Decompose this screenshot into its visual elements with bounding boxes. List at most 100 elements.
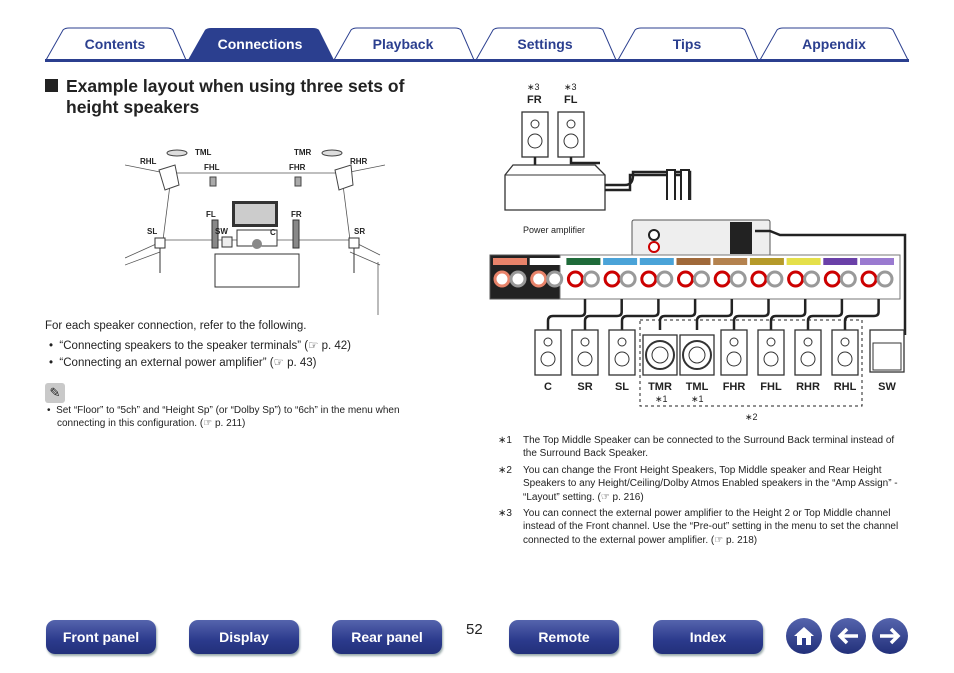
label-sl: SL (147, 227, 157, 236)
label-c: C (270, 228, 276, 237)
tab-label: Appendix (802, 35, 866, 52)
index-button[interactable]: Index (653, 620, 763, 654)
speaker-rhr-icon (794, 329, 822, 376)
pencil-icon: ✎ (45, 383, 65, 403)
speaker-label: SR (577, 381, 592, 393)
tab-label: Tips (672, 35, 702, 52)
terminal-post-icon (546, 270, 564, 288)
speaker-cable (695, 299, 734, 330)
sr-speaker-icon (348, 237, 360, 249)
footnote-mark: ∗2 (745, 412, 758, 422)
home-button[interactable] (786, 618, 822, 654)
note-page-link[interactable]: p. 211) (212, 418, 245, 429)
terminal-channel-strip (823, 258, 858, 265)
page-number: 52 (466, 621, 483, 638)
fhl-speaker-icon (209, 176, 217, 187)
speaker-cable (732, 299, 770, 330)
footnote-mark: ∗3 (498, 508, 512, 519)
label-fr: FR (291, 210, 302, 219)
nav-tabs: Contents Connections Playback Settings T… (45, 27, 909, 62)
tab-tips[interactable]: Tips (617, 27, 759, 60)
terminal-channel-strip (713, 258, 748, 265)
tab-settings[interactable]: Settings (475, 27, 617, 60)
speaker-label: TMR (648, 381, 672, 393)
note-text: • Set “Floor” to “5ch” and “Height Sp” (… (47, 405, 400, 429)
speaker-sw-icon (869, 329, 905, 373)
terminal-post-icon (823, 270, 841, 288)
label-fl: FL (564, 94, 578, 106)
tab-label: Connections (217, 35, 303, 52)
terminal-post-icon (582, 270, 600, 288)
terminal-post-icon (750, 270, 768, 288)
footnote-mark: ∗1 (655, 394, 668, 404)
terminal-channel-strip (786, 258, 821, 265)
reference-icon: ☞ (600, 491, 610, 503)
fr-speaker-icon (292, 219, 300, 249)
link-page: p. 42) (318, 340, 351, 352)
terminal-channel-strip (493, 258, 527, 265)
fhr-speaker-icon (294, 176, 302, 187)
page-title: Example layout when using three sets of h… (45, 76, 404, 118)
terminal-post-icon (876, 270, 894, 288)
terminal-post-icon (860, 270, 878, 288)
display-button[interactable]: Display (189, 620, 299, 654)
rear-panel-button[interactable]: Rear panel (332, 620, 442, 654)
terminal-post-icon (839, 270, 857, 288)
terminal-post-icon (656, 270, 674, 288)
next-page-button[interactable] (872, 618, 908, 654)
link-text: “Connecting speakers to the speaker term… (59, 340, 309, 352)
speaker-sr-icon (571, 329, 599, 376)
tab-appendix[interactable]: Appendix (759, 27, 909, 60)
label-rhr: RHR (350, 157, 368, 166)
terminal-post-icon (766, 270, 784, 288)
link-text: “Connecting an external power amplifier”… (59, 357, 274, 369)
terminal-channel-strip (566, 258, 601, 265)
speaker-rhl-icon (831, 329, 859, 376)
reference-icon: ☞ (273, 357, 284, 369)
intro-text: For each speaker connection, refer to th… (45, 320, 307, 332)
terminal-post-icon (619, 270, 637, 288)
tab-contents[interactable]: Contents (45, 27, 187, 60)
terminal-post-icon (729, 270, 747, 288)
title-line-1: Example layout when using three sets of (66, 76, 405, 96)
footnote-mark: ∗3 (527, 82, 540, 92)
speaker-label: RHR (796, 381, 820, 393)
terminal-channel-strip (860, 258, 894, 265)
terminal-channel-strip (639, 258, 674, 265)
link-speaker-terminals[interactable]: • “Connecting speakers to the speaker te… (49, 338, 351, 352)
label-fhr: FHR (289, 163, 306, 172)
front-panel-button[interactable]: Front panel (46, 620, 156, 654)
label-tmr: TMR (294, 148, 312, 157)
remote-button[interactable]: Remote (509, 620, 619, 654)
tab-label: Settings (517, 35, 573, 52)
arrow-left-icon (837, 627, 858, 645)
tab-underline (45, 59, 909, 62)
label-fhl: FHL (204, 163, 220, 172)
tmr-speaker-icon (321, 149, 343, 157)
label-rhl: RHL (140, 157, 157, 166)
tab-label: Playback (372, 35, 434, 52)
terminal-post-icon (640, 270, 658, 288)
tab-connections[interactable]: Connections (187, 27, 334, 60)
footnote-mark: ∗2 (498, 465, 512, 476)
label-sw: SW (215, 227, 228, 236)
speaker-tml-icon (679, 334, 715, 376)
terminal-post-icon (787, 270, 805, 288)
note-line-1: Set “Floor” to “5ch” and “Height Sp” (or… (56, 405, 400, 416)
terminal-channel-strip (529, 258, 564, 265)
sofa-icon (214, 253, 300, 288)
speaker-cable (769, 299, 807, 330)
footnote-page-link[interactable]: p. 216) (610, 492, 644, 503)
tab-playback[interactable]: Playback (333, 27, 475, 60)
previous-page-button[interactable] (830, 618, 866, 654)
terminal-channel-strip (603, 258, 638, 265)
terminal-post-icon (803, 270, 821, 288)
link-external-amplifier[interactable]: • “Connecting an external power amplifie… (49, 355, 316, 369)
speaker-label: SL (615, 381, 629, 393)
footnote-page-link[interactable]: p. 218) (723, 535, 757, 546)
room-layout-diagram: TML TMR RHL RHR FHL FHR FL FR SL SR SW C (125, 148, 385, 315)
speaker-label: TML (686, 381, 709, 393)
power-amplifier-icon (504, 164, 606, 211)
speaker-sl-icon (608, 329, 636, 376)
link-page: p. 43) (283, 357, 317, 369)
